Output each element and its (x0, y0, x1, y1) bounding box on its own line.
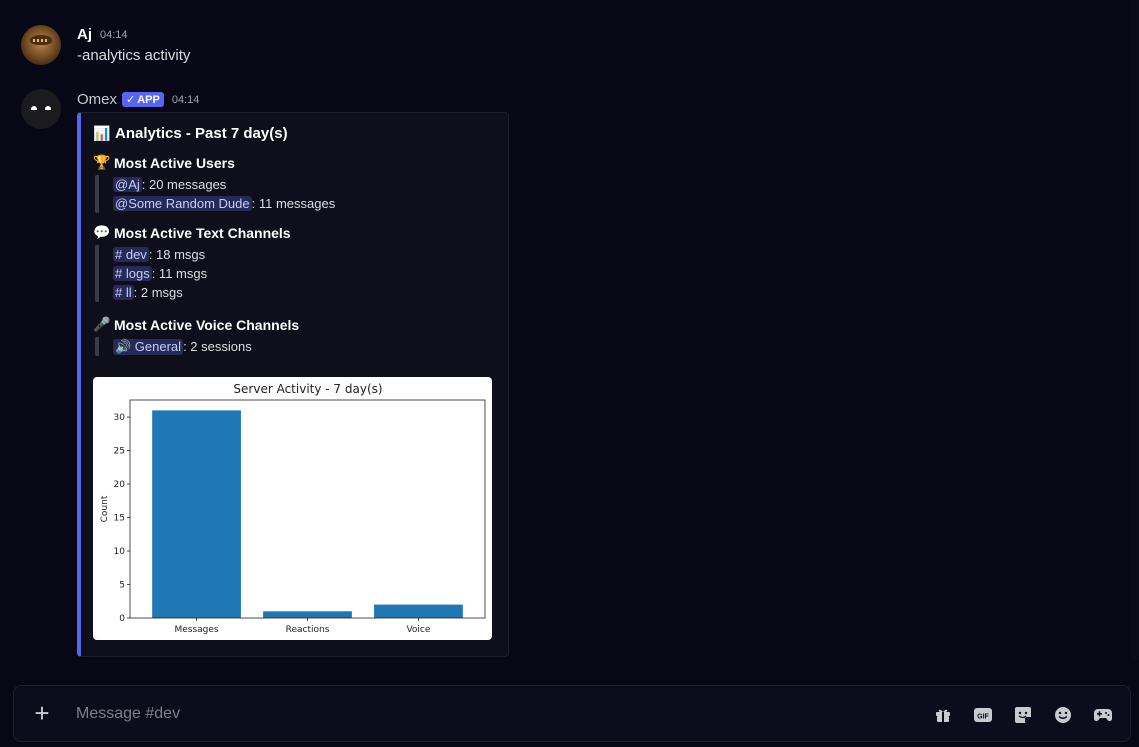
username[interactable]: Aj (77, 26, 92, 43)
list-item: # ll : 2 msgs (113, 285, 183, 300)
list-item: # dev : 18 msgs (113, 247, 206, 262)
list-item: # logs : 11 msgs (113, 266, 208, 281)
server-activity-chart[interactable]: Server Activity - 7 day(s) Count 0 5 10 15 2… (93, 377, 492, 640)
gamepad-icon (1094, 709, 1112, 722)
gif-icon: GIF (974, 708, 992, 722)
svg-text:GIF: GIF (977, 714, 989, 721)
y-tick-label: 0 (119, 614, 125, 624)
sticker-button[interactable] (1013, 705, 1033, 725)
analytics-embed: 📊 Analytics - Past 7 day(s) 🏆 Most Activ… (77, 112, 509, 657)
message-header: Omex ✓ APP 04:14 (77, 91, 199, 108)
app-badge: ✓ APP (122, 92, 164, 107)
message-input[interactable] (76, 702, 896, 726)
y-axis-label: Count (100, 495, 110, 522)
y-tick-label: 20 (114, 480, 126, 490)
message-content: -analytics activity (77, 47, 191, 64)
gift-icon (936, 709, 950, 722)
bar-reactions (263, 611, 352, 618)
user-mention[interactable]: @Some Random Dude (113, 196, 252, 211)
embed-title: 📊 Analytics - Past 7 day(s) (93, 125, 288, 142)
bar-messages (152, 410, 241, 618)
emoji-icon (1055, 707, 1071, 723)
avatar[interactable] (21, 25, 61, 65)
chart-title: Server Activity - 7 day(s) (233, 382, 382, 396)
add-attachment-button[interactable]: + (30, 700, 54, 726)
message-composer: + GIF (13, 685, 1131, 742)
y-tick-label: 25 (114, 447, 125, 457)
chart-bars (152, 410, 463, 618)
timestamp[interactable]: 04:14 (100, 29, 128, 41)
scrollbar-track[interactable] (1131, 0, 1139, 660)
timestamp[interactable]: 04:14 (172, 94, 200, 106)
field-voice-channels-quote: 🔊 General : 2 sessions (95, 337, 252, 356)
field-most-active-voice-channels: 🎤 Most Active Voice Channels (93, 316, 300, 333)
plus-icon: + (34, 698, 50, 728)
channel-mention[interactable]: # logs (113, 266, 152, 281)
voice-channel-mention[interactable]: 🔊 General (113, 338, 184, 355)
speech-bubble-icon: 💬 (93, 224, 111, 240)
y-tick-label: 15 (114, 514, 125, 524)
y-tick-label: 30 (114, 413, 126, 423)
field-users-quote: @Aj : 20 messages @Some Random Dude : 11… (95, 175, 335, 213)
field-text-channels-quote: # dev : 18 msgs # logs : 11 msgs # ll : … (95, 245, 207, 302)
sticker-icon (1015, 707, 1031, 723)
list-item: 🔊 General : 2 sessions (113, 338, 252, 355)
gif-button[interactable]: GIF (973, 705, 993, 725)
x-axis-ticks: Messages Reactions Voice (174, 618, 431, 635)
microphone-icon: 🎤 (93, 316, 111, 332)
username[interactable]: Omex (77, 91, 117, 108)
y-axis-ticks: 0 5 10 15 20 25 30 (114, 413, 130, 624)
list-item: @Some Random Dude : 11 messages (113, 196, 336, 211)
field-most-active-users: 🏆 Most Active Users (93, 154, 235, 171)
bar-voice (374, 604, 463, 618)
trophy-icon: 🏆 (93, 154, 111, 170)
channel-mention[interactable]: # ll (113, 285, 134, 300)
gift-button[interactable] (933, 705, 953, 725)
list-item: @Aj : 20 messages (113, 177, 227, 192)
x-tick-label: Messages (174, 625, 218, 635)
avatar[interactable] (21, 89, 61, 129)
y-tick-label: 10 (114, 547, 126, 557)
bar-chart-emoji-icon: 📊 (93, 125, 111, 141)
chart-svg: Server Activity - 7 day(s) Count 0 5 10 15 2… (100, 382, 486, 635)
user-mention[interactable]: @Aj (113, 177, 142, 192)
message-header: Aj 04:14 (77, 26, 128, 43)
field-most-active-text-channels: 💬 Most Active Text Channels (93, 224, 291, 241)
activities-button[interactable] (1093, 705, 1113, 725)
x-tick-label: Reactions (286, 625, 330, 635)
checkmark-icon: ✓ (126, 94, 136, 106)
chat-messages: Aj 04:14 -analytics activity Omex ✓ APP … (0, 0, 1139, 680)
channel-mention[interactable]: # dev (113, 247, 149, 262)
x-tick-label: Voice (406, 625, 430, 635)
emoji-button[interactable] (1053, 705, 1073, 725)
y-tick-label: 5 (119, 581, 125, 591)
